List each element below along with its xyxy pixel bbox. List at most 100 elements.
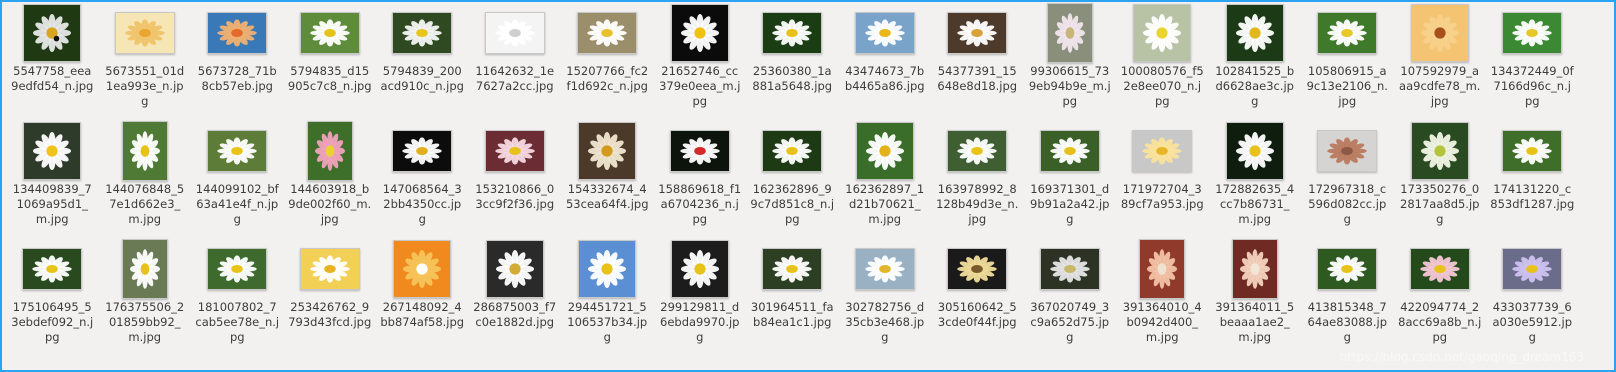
file-item[interactable]: 286875003_f7c0e1882d.jpg (469, 238, 562, 356)
file-item[interactable]: 305160642_53cde0f44f.jpg (931, 238, 1024, 356)
image-thumbnail-icon[interactable] (947, 248, 1008, 290)
file-item[interactable]: 102841525_bd6628ae3c.jpg (1209, 2, 1302, 120)
image-thumbnail-icon[interactable] (577, 12, 638, 54)
image-thumbnail-icon[interactable] (1132, 130, 1193, 172)
image-thumbnail-icon[interactable] (1039, 248, 1100, 290)
file-item[interactable]: 144076848_57e1d662e3_m.jpg (99, 120, 192, 238)
image-thumbnail-icon[interactable] (121, 121, 168, 181)
image-thumbnail-icon[interactable] (207, 12, 268, 54)
image-thumbnail-icon[interactable] (1133, 4, 1192, 62)
image-thumbnail-icon[interactable] (578, 240, 637, 298)
image-thumbnail-icon[interactable] (1317, 130, 1378, 172)
image-thumbnail-icon[interactable] (1225, 4, 1284, 62)
file-item[interactable]: 43474673_7bb4465a86.jpg (839, 2, 932, 120)
image-thumbnail-icon[interactable] (299, 12, 360, 54)
file-item[interactable]: 162362897_1d21b70621_m.jpg (839, 120, 932, 238)
image-thumbnail-icon[interactable] (762, 12, 823, 54)
file-item[interactable]: 391364011_5beaaa1ae2_m.jpg (1209, 238, 1302, 356)
file-item[interactable]: 99306615_739eb94b9e_m.jpg (1024, 2, 1117, 120)
file-item[interactable]: 134372449_0f7166d96c_n.jpg (1486, 2, 1579, 120)
image-thumbnail-icon[interactable] (855, 122, 914, 180)
image-thumbnail-icon[interactable] (114, 12, 175, 54)
image-thumbnail-icon[interactable] (392, 130, 453, 172)
image-thumbnail-icon[interactable] (1317, 248, 1378, 290)
image-thumbnail-icon[interactable] (484, 130, 545, 172)
image-thumbnail-icon[interactable] (854, 12, 915, 54)
file-item[interactable]: 299129811_d6ebda9970.jpg (654, 238, 747, 356)
file-item[interactable]: 100080576_f52e8ee070_n.jpg (1116, 2, 1209, 120)
file-item[interactable]: 171972704_389cf7a953.jpg (1116, 120, 1209, 238)
image-thumbnail-icon[interactable] (1231, 239, 1278, 299)
image-thumbnail-icon[interactable] (1502, 248, 1563, 290)
file-item[interactable]: 54377391_15648e8d18.jpg (931, 2, 1024, 120)
image-thumbnail-icon[interactable] (1317, 12, 1378, 54)
file-item[interactable]: 172882635_4cc7b86731_m.jpg (1209, 120, 1302, 238)
image-thumbnail-icon[interactable] (1225, 122, 1284, 180)
file-item[interactable]: 174131220_c853df1287.jpg (1486, 120, 1579, 238)
file-item[interactable]: 11642632_1e7627a2cc.jpg (469, 2, 562, 120)
image-thumbnail-icon[interactable] (947, 130, 1008, 172)
image-thumbnail-icon[interactable] (947, 12, 1008, 54)
file-item[interactable]: 25360380_1a881a5648.jpg (746, 2, 839, 120)
file-item[interactable]: 267148092_4bb874af58.jpg (376, 238, 469, 356)
file-item[interactable]: 169371301_d9b91a2a42.jpg (1024, 120, 1117, 238)
image-thumbnail-icon[interactable] (392, 12, 453, 54)
file-item[interactable]: 158869618_f1a6704236_n.jpg (654, 120, 747, 238)
file-item[interactable]: 154332674_453cea64f4.jpg (561, 120, 654, 238)
image-thumbnail-icon[interactable] (207, 248, 268, 290)
image-thumbnail-icon[interactable] (578, 122, 637, 180)
image-thumbnail-icon[interactable] (1409, 248, 1470, 290)
file-item[interactable]: 134409839_71069a95d1_m.jpg (6, 120, 99, 238)
image-thumbnail-icon[interactable] (306, 121, 353, 181)
file-item[interactable]: 301964511_fab84ea1c1.jpg (746, 238, 839, 356)
image-thumbnail-icon[interactable] (393, 240, 452, 298)
file-item[interactable]: 105806915_a9c13e2106_n.jpg (1301, 2, 1394, 120)
file-item[interactable]: 302782756_d35cb3e468.jpg (839, 238, 932, 356)
image-thumbnail-icon[interactable] (1410, 4, 1469, 62)
file-item[interactable]: 162362896_99c7d851c8_n.jpg (746, 120, 839, 238)
image-thumbnail-icon[interactable] (670, 4, 729, 62)
file-item[interactable]: 153210866_03cc9f2f36.jpg (469, 120, 562, 238)
image-thumbnail-icon[interactable] (485, 240, 544, 298)
file-item[interactable]: 5673728_71b8cb57eb.jpg (191, 2, 284, 120)
image-thumbnail-icon[interactable] (1046, 3, 1093, 63)
file-item[interactable]: 294451721_5106537b34.jpg (561, 238, 654, 356)
file-item[interactable]: 172967318_c596d082cc.jpg (1301, 120, 1394, 238)
image-thumbnail-icon[interactable] (670, 240, 729, 298)
image-thumbnail-icon[interactable] (299, 248, 360, 290)
file-item[interactable]: 413815348_764ae83088.jpg (1301, 238, 1394, 356)
image-thumbnail-icon[interactable] (121, 239, 168, 299)
image-thumbnail-icon[interactable] (762, 248, 823, 290)
image-thumbnail-icon[interactable] (1502, 130, 1563, 172)
file-item[interactable]: 422094774_28acc69a8b_n.jpg (1394, 238, 1487, 356)
file-item[interactable]: 175106495_53ebdef092_n.jpg (6, 238, 99, 356)
file-item[interactable]: 181007802_7cab5ee78e_n.jpg (191, 238, 284, 356)
image-thumbnail-icon[interactable] (23, 4, 82, 62)
image-thumbnail-icon[interactable] (22, 248, 83, 290)
file-item[interactable]: 147068564_32bb4350cc.jpg (376, 120, 469, 238)
image-thumbnail-icon[interactable] (1139, 239, 1186, 299)
image-thumbnail-icon[interactable] (669, 130, 730, 172)
image-thumbnail-icon[interactable] (207, 130, 268, 172)
file-item[interactable]: 5547758_eea9edfd54_n.jpg (6, 2, 99, 120)
file-item[interactable]: 163978992_8128b49d3e_n.jpg (931, 120, 1024, 238)
file-item[interactable]: 5794835_d15905c7c8_n.jpg (284, 2, 377, 120)
file-item[interactable]: 433037739_6a030e5912.jpg (1486, 238, 1579, 356)
file-item[interactable]: 391364010_4b0942d400_m.jpg (1116, 238, 1209, 356)
file-item[interactable]: 15207766_fc2f1d692c_n.jpg (561, 2, 654, 120)
image-thumbnail-icon[interactable] (1410, 122, 1469, 180)
file-item[interactable]: 176375506_201859bb92_m.jpg (99, 238, 192, 356)
image-thumbnail-icon[interactable] (854, 248, 915, 290)
file-item[interactable]: 5673551_01d1ea993e_n.jpg (99, 2, 192, 120)
image-thumbnail-icon[interactable] (762, 130, 823, 172)
image-thumbnail-icon[interactable] (1039, 130, 1100, 172)
file-item[interactable]: 5794839_200acd910c_n.jpg (376, 2, 469, 120)
image-thumbnail-icon[interactable] (23, 122, 82, 180)
file-item[interactable]: 144099102_bf63a41e4f_n.jpg (191, 120, 284, 238)
file-item[interactable]: 21652746_cc379e0eea_m.jpg (654, 2, 747, 120)
file-item[interactable]: 144603918_b9de002f60_m.jpg (284, 120, 377, 238)
file-item[interactable]: 253426762_9793d43fcd.jpg (284, 238, 377, 356)
file-item[interactable]: 173350276_02817aa8d5.jpg (1394, 120, 1487, 238)
image-thumbnail-icon[interactable] (1502, 12, 1563, 54)
file-item[interactable]: 107592979_aaa9cdfe78_m.jpg (1394, 2, 1487, 120)
